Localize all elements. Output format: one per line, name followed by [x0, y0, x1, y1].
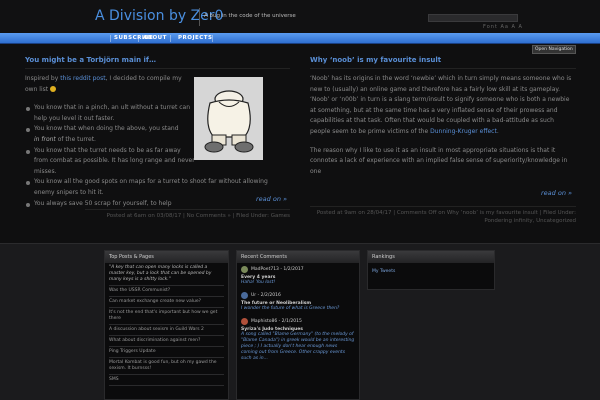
list-item: You know that in a pinch, an ult without…: [25, 103, 195, 124]
list-item[interactable]: Was the USSR Communist?: [109, 286, 224, 297]
comment-author[interactable]: Maphisto86 - 2/1/2015: [251, 319, 302, 324]
title-divider: [199, 8, 200, 26]
post-noob: Why ‘noob’ is my favourite insult ‘Noob’…: [310, 56, 576, 224]
list-item: You know that the turret needs to be as …: [25, 146, 195, 178]
list-item[interactable]: SMS: [109, 375, 224, 386]
nav-divider: [138, 35, 139, 42]
post-torbjorn: You might be a Torbjörn main if… Inspire…: [25, 56, 290, 219]
search-input[interactable]: [428, 14, 518, 22]
read-on-link[interactable]: read on »: [541, 189, 572, 197]
paragraph: ‘Noob’ has its origins in the word ‘newb…: [310, 75, 572, 135]
list-item[interactable]: Can market exchange create new value?: [109, 297, 224, 308]
widget-rankings: Rankings My Tweets: [367, 250, 495, 290]
smiley-icon: [50, 85, 57, 92]
main-nav: SUBSCRIBE ABOUT PROJECTS: [0, 33, 600, 44]
paragraph: The reason why I like to use it as an in…: [310, 146, 568, 175]
list-item[interactable]: Ping Triggers Update: [109, 347, 224, 358]
list-item: You know all the good spots on maps for …: [25, 177, 275, 198]
site-tagline: A bug in the code of the universe: [204, 13, 296, 19]
title-divider: [310, 68, 576, 69]
post-title[interactable]: Why ‘noob’ is my favourite insult: [310, 56, 576, 64]
post-intro: Inspired by this reddit post, I decided …: [25, 75, 182, 93]
post-meta: Posted at 9am on 28/04/17 | Comments Off…: [310, 206, 576, 225]
comment-item[interactable]: Maphisto86 - 2/1/2015 Syriza's Judo tech…: [237, 315, 359, 365]
avatar: [241, 292, 248, 299]
list-item: You always save 50 scrap for yourself, t…: [25, 199, 195, 210]
top-posts-list: "A key that can open many locks is calle…: [105, 263, 228, 386]
post-body: ‘Noob’ has its origins in the word ‘newb…: [310, 74, 576, 185]
comment-author[interactable]: Ur - 2/2/2016: [251, 293, 281, 298]
post-body: Inspired by this reddit post, I decided …: [25, 74, 268, 210]
torbjorn-image: [194, 77, 263, 160]
bullet-list: You know that in a pinch, an ult without…: [25, 103, 268, 210]
list-item: You know that when doing the above, you …: [25, 124, 195, 145]
my-tweets-link[interactable]: My Tweets: [368, 263, 494, 280]
list-item[interactable]: A discussion about sexism in Guild Wars …: [109, 325, 224, 336]
widget-title: Rankings: [368, 251, 494, 263]
nav-projects[interactable]: PROJECTS: [178, 35, 213, 41]
reddit-link[interactable]: this reddit post: [60, 75, 105, 82]
list-item[interactable]: Mortal Kombat is good fun, but oh my gaw…: [109, 358, 224, 375]
dunning-kruger-link[interactable]: Dunning-Kruger effect: [430, 128, 497, 135]
comment-author[interactable]: MadPoet713 - 1/2/2017: [251, 267, 304, 272]
dwarf-icon: [194, 77, 263, 160]
widget-top-posts: Top Posts & Pages "A key that can open m…: [104, 250, 229, 400]
nav-divider: [212, 35, 213, 42]
nav-about[interactable]: ABOUT: [143, 35, 167, 41]
post-title[interactable]: You might be a Torbjörn main if…: [25, 56, 290, 64]
site-header: A Division by Zer0 A bug in the code of …: [0, 0, 600, 33]
comment-text: Haha! You lost!: [241, 280, 276, 285]
nav-divider: [110, 35, 111, 42]
read-on-link[interactable]: read on »: [256, 195, 287, 203]
open-navigation-button[interactable]: Open Navigation: [532, 45, 576, 54]
comment-text: A song called "Blame Germany" (to the me…: [241, 332, 355, 361]
widget-title: Top Posts & Pages: [105, 251, 228, 263]
comment-item[interactable]: MadPoet713 - 1/2/2017 Every 4 years Haha…: [237, 263, 359, 289]
comment-text: I wonder the future of what is Greece th…: [241, 306, 340, 311]
list-item[interactable]: "A key that can open many locks is calle…: [109, 263, 224, 286]
avatar: [241, 266, 248, 273]
font-size-controls[interactable]: Font Aa A A: [483, 24, 523, 30]
post-meta: Posted at 6am on 03/08/17 | No Comments …: [85, 209, 290, 220]
list-item[interactable]: It's not the end that's important but ho…: [109, 308, 224, 325]
list-item[interactable]: What about discrimination against men?: [109, 336, 224, 347]
avatar: [241, 318, 248, 325]
comment-item[interactable]: Ur - 2/2/2016 The future or Neoliberalis…: [237, 289, 359, 315]
widget-recent-comments: Recent Comments MadPoet713 - 1/2/2017 Ev…: [236, 250, 360, 400]
nav-divider: [170, 35, 171, 42]
title-divider: [25, 68, 290, 69]
widget-title: Recent Comments: [237, 251, 359, 263]
